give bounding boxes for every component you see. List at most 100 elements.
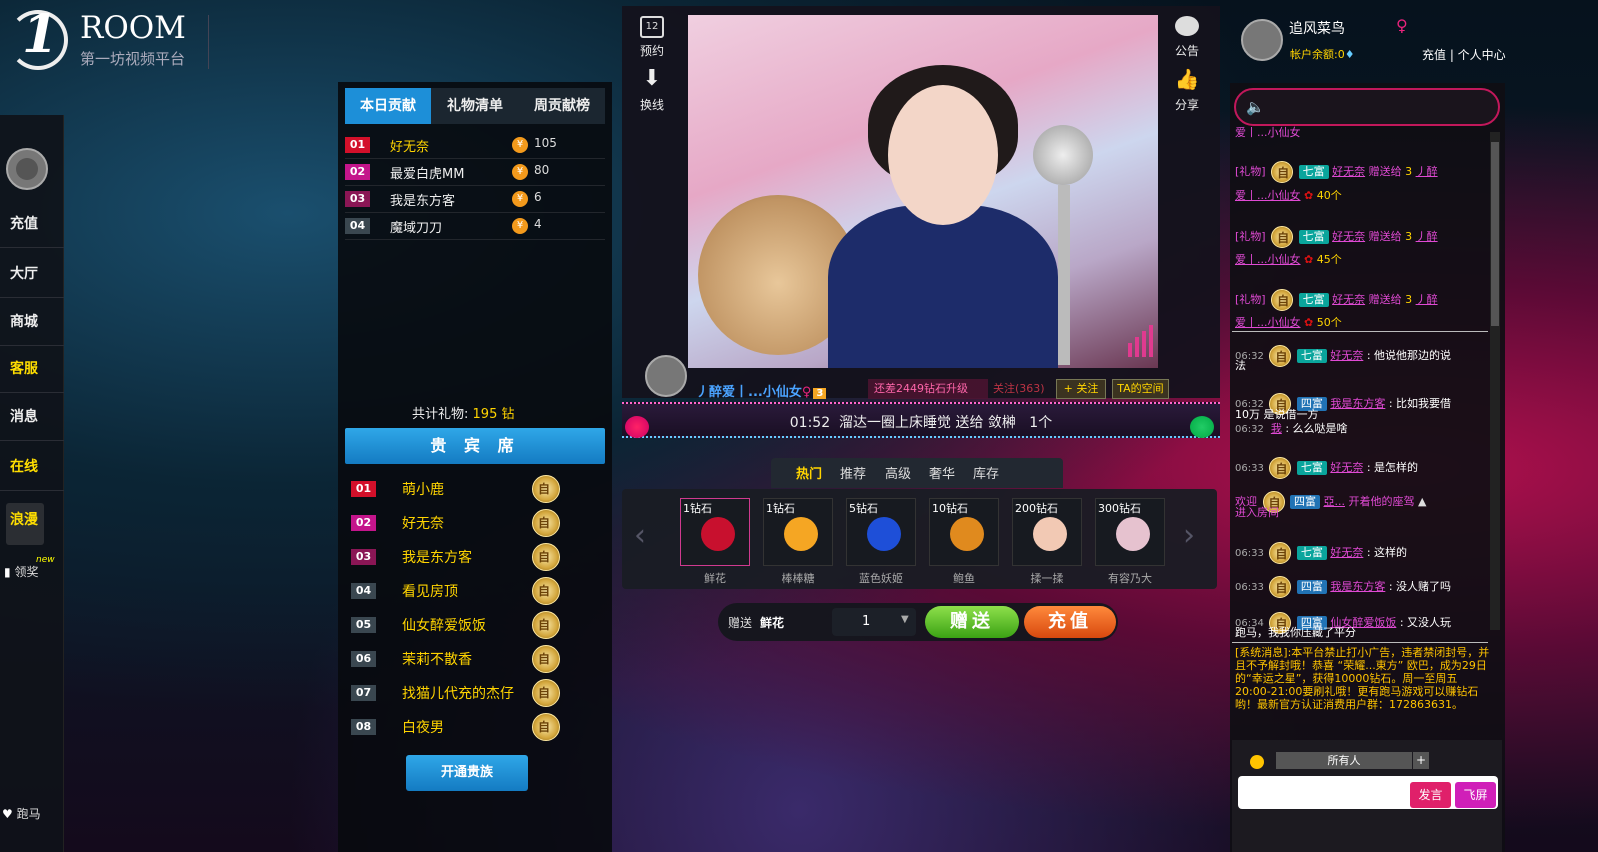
follow-button[interactable]: + 关注 (1056, 379, 1106, 399)
msg-user[interactable]: 好无奈 (1330, 546, 1363, 559)
logo-subtitle: 第一坊视频平台 (80, 50, 186, 68)
tab-daily-contribution[interactable]: 本日贡献 (345, 88, 431, 124)
gift-item-blue-rose[interactable]: 5钻石 (846, 498, 916, 566)
horn-bar[interactable]: 🔈 (1234, 88, 1500, 126)
msg-target[interactable]: 丿醉 (1416, 230, 1438, 243)
msg-target[interactable]: 爱丨...小仙女 (1235, 189, 1301, 202)
msg-user[interactable]: 好无奈 (1332, 230, 1365, 243)
msg-target[interactable]: 爱丨...小仙女 (1235, 316, 1301, 329)
chat-message: 爱丨...小仙女 ✿ 45个 (1235, 253, 1342, 267)
space-button[interactable]: TA的空间 (1112, 379, 1169, 399)
msg-target[interactable]: 丿醉 (1416, 165, 1438, 178)
tab-luxury[interactable]: 奢华 (929, 463, 955, 482)
gift-item-large[interactable]: 300钻石 (1095, 498, 1165, 566)
list-item[interactable]: 03 我是东方客 (345, 541, 605, 575)
msg-user[interactable]: 好无奈 (1330, 461, 1363, 474)
nav-item-dating[interactable]: 大厅 (0, 250, 64, 298)
nav-item-shangcheng[interactable]: 商城 (0, 298, 64, 346)
rank-number: 04 (345, 218, 370, 234)
nav-item-langman[interactable]: 浪漫 (6, 503, 44, 545)
download-arrow-icon: ⬇ (642, 66, 662, 91)
tab-advanced[interactable]: 高级 (885, 463, 911, 482)
share-control[interactable]: 👍 分享 (1173, 68, 1201, 113)
msg-text: 跑马，我我你压藏了平分 (1235, 626, 1356, 639)
user-name: 最爱白虎MM (390, 167, 465, 182)
list-item[interactable]: 08 白夜男 (345, 711, 605, 745)
msg-user[interactable]: 好无奈 (1330, 349, 1363, 362)
list-item[interactable]: 02 好无奈 (345, 507, 605, 541)
gift-item-flower[interactable]: 1钻石 (680, 498, 750, 566)
gift-item-abalone[interactable]: 10钻石 (929, 498, 999, 566)
user-links[interactable]: 充值 | 个人中心 (1422, 46, 1506, 63)
signal-bar-icon (1135, 337, 1139, 357)
gift-count: 45个 (1316, 253, 1342, 266)
list-item[interactable]: 04 魔域刀刀 ¥ 4 (345, 213, 605, 240)
host-avatar[interactable] (645, 355, 687, 397)
tab-gift-list[interactable]: 礼物清单 (432, 88, 518, 124)
emoji-icon[interactable] (1250, 755, 1264, 769)
list-item[interactable]: 05 仙女醉爱饭饭 (345, 609, 605, 643)
open-nobility-button[interactable]: 开通贵族 (406, 755, 528, 791)
fly-screen-button[interactable]: 飞屏 (1455, 782, 1496, 808)
emperor-badge-icon (532, 577, 560, 605)
upgrade-hint: 还差2449钻石升级 (868, 379, 988, 399)
abalone-icon (950, 517, 984, 551)
chevron-down-icon[interactable]: ▼ (901, 614, 909, 625)
speech-bubble-icon (1175, 16, 1199, 36)
nav-item-paoma[interactable]: ♥ 跑马 (2, 805, 41, 822)
msg-user[interactable]: 我是东方客 (1330, 580, 1385, 593)
gift-item-massage[interactable]: 200钻石 (1012, 498, 1082, 566)
host-name[interactable]: 丿醉爱丨...小仙女♀ 3 (696, 381, 827, 400)
recharge-button[interactable]: 充值 (1024, 606, 1116, 638)
switch-line-control[interactable]: ⬇ 换线 (638, 68, 666, 113)
reserve-control[interactable]: 12 预约 (638, 16, 666, 59)
nav-item-kefu[interactable]: 客服 (0, 345, 64, 393)
speak-button[interactable]: 发言 (1410, 782, 1451, 808)
hands-icon (1033, 517, 1067, 551)
msg-user[interactable]: 我是东方客 (1330, 397, 1385, 410)
nav-item-lingjiang[interactable]: ▮ 领奖 (4, 563, 38, 580)
list-item[interactable]: 04 看见房顶 (345, 575, 605, 609)
user-avatar[interactable] (1241, 19, 1283, 61)
gift-tabs: 热门 推荐 高级 奢华 库存 (771, 458, 1063, 488)
msg-text: 这样的 (1374, 546, 1408, 559)
msg-user[interactable]: 好无奈 (1332, 293, 1365, 306)
tab-inventory[interactable]: 库存 (973, 463, 999, 482)
avatar[interactable] (6, 148, 48, 190)
msg-prefix: [礼物] (1235, 165, 1266, 178)
msg-prefix: [礼物] (1235, 293, 1266, 306)
nav-item-xiaoxi[interactable]: 消息 (0, 393, 64, 441)
msg-continuation: 爱丨...小仙女 (1235, 126, 1301, 139)
gift-item-lollipop[interactable]: 1钻石 (763, 498, 833, 566)
msg-user[interactable]: 好无奈 (1332, 165, 1365, 178)
chevron-left-icon[interactable]: ‹ (634, 518, 646, 553)
send-gift-button[interactable]: 赠送 (925, 606, 1019, 638)
gift-price: 1钻石 (683, 502, 712, 515)
list-item[interactable]: 03 我是东方客 ¥ 6 (345, 186, 605, 213)
logo[interactable]: 1 ROOM 第一坊视频平台 (0, 0, 215, 75)
msg-user[interactable]: 亞... (1324, 495, 1346, 508)
recipient-select[interactable]: 所有人 (1276, 752, 1412, 769)
msg-target[interactable]: 丿醉 (1416, 293, 1438, 306)
list-item[interactable]: 06 茉莉不散香 (345, 643, 605, 677)
msg-text: 10万 是说借一方 (1235, 408, 1319, 421)
list-item[interactable]: 02 最爱白虎MM ¥ 80 (345, 159, 605, 186)
tab-weekly-rank[interactable]: 周贡献榜 (519, 88, 605, 124)
gift-name: 鲍鱼 (953, 572, 975, 585)
tab-recommended[interactable]: 推荐 (840, 463, 866, 482)
gift-price: 1钻石 (766, 502, 795, 515)
nav-item-zaixian[interactable]: 在线 (0, 443, 64, 491)
notice-control[interactable]: 公告 (1173, 16, 1201, 59)
msg-target[interactable]: 爱丨...小仙女 (1235, 253, 1301, 266)
add-recipient-button[interactable]: + (1413, 752, 1429, 769)
chat-scroll-thumb[interactable] (1491, 142, 1499, 326)
nav-item-chongzhi[interactable]: 充值 (0, 200, 64, 248)
list-item[interactable]: 01 萌小鹿 (345, 473, 605, 507)
chevron-right-icon[interactable]: › (1183, 518, 1195, 553)
list-item[interactable]: 01 好无奈 ¥ 105 (345, 132, 605, 159)
live-video[interactable] (688, 15, 1158, 368)
msg-user[interactable]: 我 (1271, 422, 1282, 435)
tab-hot[interactable]: 热门 (796, 463, 822, 482)
list-item[interactable]: 07 找猫儿代充的杰仔 (345, 677, 605, 711)
total-label: 共计礼物: (412, 407, 469, 422)
